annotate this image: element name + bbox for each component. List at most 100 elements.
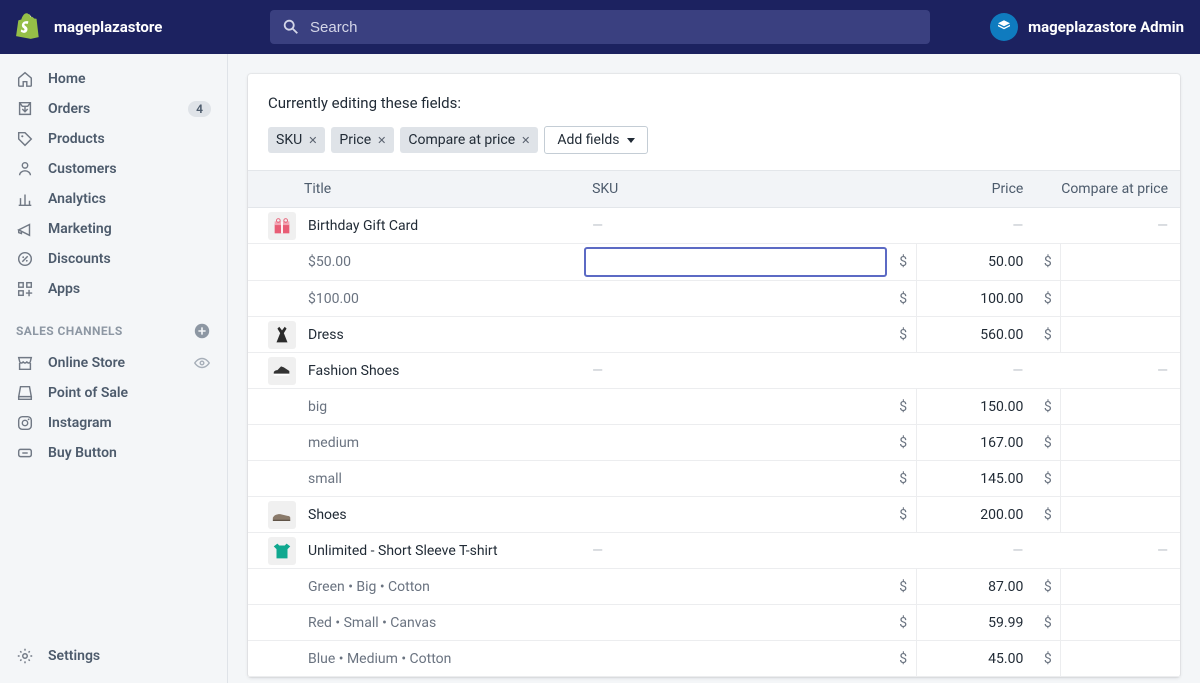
variant-title-cell[interactable]: medium — [248, 435, 580, 451]
field-chip-price[interactable]: Price✕ — [331, 127, 394, 153]
store-name: mageplazastore — [54, 18, 162, 36]
price-cell[interactable]: $200.00 — [891, 497, 1036, 533]
sku-cell[interactable] — [580, 425, 891, 461]
sku-cell[interactable] — [580, 281, 891, 317]
add-fields-button[interactable]: Add fields — [544, 126, 648, 154]
price-cell[interactable]: $ — [1035, 389, 1180, 425]
currency-symbol: $ — [1035, 605, 1061, 640]
price-cell[interactable]: $50.00 — [891, 244, 1036, 281]
sku-cell[interactable] — [580, 641, 891, 677]
sku-cell[interactable] — [580, 569, 891, 605]
eye-icon[interactable] — [193, 354, 211, 372]
product-title-cell[interactable]: Birthday Gift Card — [248, 212, 580, 240]
sidebar-item-marketing[interactable]: Marketing — [0, 214, 227, 244]
price-value: 150.00 — [917, 399, 1036, 415]
sidebar-item-settings[interactable]: Settings — [0, 641, 227, 671]
sidebar-item-apps[interactable]: Apps — [0, 274, 227, 304]
sidebar-item-discounts[interactable]: Discounts — [0, 244, 227, 274]
sku-cell[interactable] — [580, 461, 891, 497]
editing-fields-label: Currently editing these fields: — [268, 94, 1160, 112]
sidebar-item-products[interactable]: Products — [0, 124, 227, 154]
sku-cell[interactable] — [580, 317, 891, 353]
sales-channels-header: SALES CHANNELS — [16, 324, 123, 338]
price-value: 100.00 — [917, 291, 1036, 307]
product-title-cell[interactable]: Shoes — [248, 501, 580, 529]
remove-chip-icon[interactable]: ✕ — [377, 134, 386, 147]
products-icon — [16, 130, 34, 148]
topbar: mageplazastore mageplazastore Admin — [0, 0, 1200, 54]
variant-title-cell[interactable]: $50.00 — [248, 254, 580, 270]
price-cell[interactable]: $87.00 — [891, 569, 1036, 605]
remove-chip-icon[interactable]: ✕ — [308, 134, 317, 147]
chevron-down-icon — [627, 138, 635, 143]
price-cell[interactable]: $560.00 — [891, 317, 1036, 353]
sku-cell[interactable] — [580, 605, 891, 641]
table-row: small $145.00$ — [248, 461, 1180, 497]
sidebar-item-online-store[interactable]: Online Store — [0, 348, 227, 378]
price-cell[interactable]: $ — [1035, 317, 1180, 353]
currency-symbol: $ — [891, 605, 917, 640]
product-title-cell[interactable]: Fashion Shoes — [248, 357, 580, 385]
main-content: Currently editing these fields: SKU✕ Pri… — [228, 54, 1200, 683]
variant-title-cell[interactable]: Red • Small • Canvas — [248, 615, 580, 631]
account-menu[interactable]: mageplazastore Admin — [990, 13, 1184, 41]
sidebar-item-customers[interactable]: Customers — [0, 154, 227, 184]
variant-title-cell[interactable]: small — [248, 471, 580, 487]
empty-value: — — [891, 543, 1036, 559]
price-cell[interactable]: $ — [1035, 641, 1180, 677]
price-cell[interactable]: $ — [1035, 497, 1180, 533]
price-cell[interactable]: $167.00 — [891, 425, 1036, 461]
sidebar-item-pos[interactable]: Point of Sale — [0, 378, 227, 408]
product-title-cell[interactable]: Unlimited - Short Sleeve T-shirt — [248, 537, 580, 565]
variant-title-cell[interactable]: Green • Big • Cotton — [248, 579, 580, 595]
variant-title: Red • Small • Canvas — [308, 615, 436, 631]
variant-title-cell[interactable]: Blue • Medium • Cotton — [248, 651, 580, 667]
sku-input[interactable] — [584, 247, 887, 277]
currency-symbol: $ — [1035, 317, 1061, 352]
discounts-icon — [16, 250, 34, 268]
sidebar-item-buy-button[interactable]: Buy Button — [0, 438, 227, 468]
sidebar-item-analytics[interactable]: Analytics — [0, 184, 227, 214]
sidebar-item-label: Orders — [48, 101, 174, 117]
price-cell[interactable]: $ — [1035, 281, 1180, 317]
sidebar-item-orders[interactable]: Orders 4 — [0, 94, 227, 124]
price-cell[interactable]: $ — [1035, 244, 1180, 281]
add-channel-icon[interactable] — [193, 322, 211, 340]
sku-cell[interactable] — [580, 497, 891, 533]
search-input[interactable] — [270, 10, 930, 44]
price-cell[interactable]: $145.00 — [891, 461, 1036, 497]
currency-symbol: $ — [1035, 281, 1061, 316]
field-chip-sku[interactable]: SKU✕ — [268, 127, 325, 153]
variant-title-cell[interactable]: big — [248, 399, 580, 415]
price-value: 87.00 — [917, 579, 1036, 595]
price-cell[interactable]: $100.00 — [891, 281, 1036, 317]
sidebar-item-label: Home — [48, 71, 211, 87]
remove-chip-icon[interactable]: ✕ — [521, 134, 530, 147]
home-icon — [16, 70, 34, 88]
price-cell[interactable]: $59.99 — [891, 605, 1036, 641]
empty-value: — — [580, 543, 891, 559]
variant-title: Green • Big • Cotton — [308, 579, 430, 595]
gear-icon — [16, 647, 34, 665]
currency-symbol: $ — [1035, 569, 1061, 604]
price-cell[interactable]: $45.00 — [891, 641, 1036, 677]
currency-symbol: $ — [1035, 497, 1061, 532]
product-title: Dress — [308, 327, 344, 343]
price-cell[interactable]: $ — [1035, 569, 1180, 605]
sidebar: Home Orders 4 Products Customers Analyti… — [0, 54, 228, 683]
variant-title-cell[interactable]: $100.00 — [248, 291, 580, 307]
field-chip-compare-at-price[interactable]: Compare at price✕ — [400, 127, 538, 153]
price-cell[interactable]: $ — [1035, 605, 1180, 641]
sidebar-item-home[interactable]: Home — [0, 64, 227, 94]
price-cell[interactable]: $ — [1035, 461, 1180, 497]
product-title-cell[interactable]: Dress — [248, 321, 580, 349]
currency-symbol: $ — [1035, 461, 1061, 496]
sku-cell[interactable] — [580, 389, 891, 425]
price-cell[interactable]: $150.00 — [891, 389, 1036, 425]
sidebar-item-instagram[interactable]: Instagram — [0, 408, 227, 438]
price-cell[interactable]: $ — [1035, 425, 1180, 461]
table-row: Unlimited - Short Sleeve T-shirt——— — [248, 533, 1180, 569]
variant-title: big — [308, 399, 327, 415]
online-store-icon — [16, 354, 34, 372]
price-value: 145.00 — [917, 471, 1036, 487]
